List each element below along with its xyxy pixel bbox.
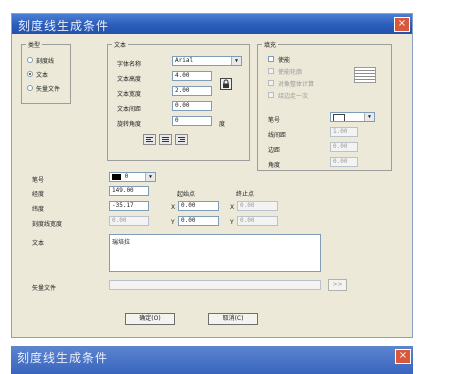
radio-text-label: 文本 (36, 72, 49, 79)
text-spacing-label: 文本间距 (117, 106, 142, 113)
text-height-input[interactable]: 4.00 (172, 71, 212, 81)
dialog-window: 刻度线生成条件 × 类型 刻度线 文本 矢量文件 文本 字体名称 Arial ▼… (11, 13, 413, 338)
pen-value: 0 (124, 173, 129, 180)
tick-width-input[interactable]: 0.00 (109, 216, 149, 226)
second-title-bar: 刻度线生成条件 × (11, 346, 413, 374)
chevron-down-icon: ▼ (364, 113, 374, 121)
chevron-down-icon: ▼ (145, 173, 155, 181)
text-spacing-input[interactable]: 0.00 (172, 101, 212, 111)
second-window-title: 刻度线生成条件 (17, 351, 109, 365)
start-point-label: 起始点 (177, 191, 196, 198)
fill-pattern-preview (354, 67, 376, 83)
radio-vector-file-label: 矢量文件 (36, 86, 61, 93)
whole-object-checkbox[interactable] (268, 80, 274, 86)
edge-once-checkbox[interactable] (268, 92, 274, 98)
edge-once-label: 绕边走一次 (278, 93, 309, 100)
line-spacing-input[interactable]: 1.00 (330, 127, 358, 137)
window-title: 刻度线生成条件 (18, 19, 110, 33)
cancel-button[interactable]: 取消(C) (208, 313, 258, 325)
pen-select[interactable]: 0 ▼ (109, 172, 156, 182)
angle-input[interactable]: 0.00 (330, 157, 358, 167)
lock-button[interactable] (220, 78, 232, 90)
title-bar: 刻度线生成条件 × (12, 14, 412, 34)
outline-checkbox[interactable] (268, 68, 274, 74)
font-name-value: Arial (175, 57, 194, 64)
tick-width-label: 刻度线宽度 (32, 221, 63, 228)
fill-group-label: 填充 (262, 40, 279, 49)
start-y-label: Y (171, 219, 175, 226)
chevron-down-icon: ▼ (231, 57, 241, 65)
rotation-input[interactable]: 0 (172, 116, 212, 126)
longitude-label: 经度 (32, 191, 45, 198)
text-height-label: 文本高度 (117, 76, 142, 83)
align-right-button[interactable] (175, 134, 188, 145)
start-x-label: X (171, 204, 176, 211)
text-group-label: 文本 (112, 40, 129, 49)
radio-vector-file[interactable] (27, 85, 33, 91)
type-group-label: 类型 (26, 40, 43, 49)
text-content-label: 文本 (32, 240, 45, 247)
fill-pen-select[interactable]: ▼ (330, 112, 375, 122)
lock-icon (223, 79, 229, 88)
end-y-input[interactable]: 0.00 (237, 216, 278, 226)
text-width-input[interactable]: 2.00 (172, 86, 212, 96)
radio-text[interactable] (27, 71, 33, 77)
second-dialog-window: 刻度线生成条件 × (11, 346, 413, 374)
fill-pen-label: 笔号 (268, 117, 281, 124)
vector-file-input[interactable] (109, 280, 321, 290)
end-point-label: 终止点 (236, 191, 255, 198)
margin-input[interactable]: 0.00 (330, 142, 358, 152)
outline-label: 使能轮廓 (278, 69, 303, 76)
text-content-input[interactable]: 瑞培拉 (109, 234, 321, 272)
fill-enable-checkbox[interactable] (268, 56, 274, 62)
end-x-label: X (230, 204, 235, 211)
vector-file-label: 矢量文件 (32, 285, 57, 292)
rotation-label: 旋转角度 (117, 121, 142, 128)
close-button[interactable]: × (394, 17, 410, 32)
line-spacing-label: 线间距 (268, 132, 287, 139)
pen-label: 笔号 (32, 177, 45, 184)
latitude-label: 纬度 (32, 206, 45, 213)
end-y-label: Y (230, 219, 234, 226)
latitude-input[interactable]: -35.17 (109, 201, 149, 211)
start-x-input[interactable]: 0.00 (178, 201, 219, 211)
margin-label: 边距 (268, 147, 281, 154)
pen-color-swatch (112, 174, 121, 180)
font-name-select[interactable]: Arial ▼ (172, 56, 242, 66)
radio-tick-line-label: 刻度线 (36, 58, 55, 65)
radio-tick-line[interactable] (27, 57, 33, 63)
align-left-button[interactable] (143, 134, 156, 145)
pen-color-swatch (333, 114, 345, 121)
ok-button[interactable]: 确定(O) (125, 313, 175, 325)
angle-label: 角度 (268, 162, 281, 169)
browse-button[interactable]: >> (328, 279, 347, 291)
second-close-button[interactable]: × (395, 349, 411, 364)
font-name-label: 字体名称 (117, 61, 142, 68)
fill-enable-label: 使能 (278, 57, 291, 64)
start-y-input[interactable]: 0.00 (178, 216, 219, 226)
rotation-unit: 度 (219, 121, 226, 128)
align-center-button[interactable] (159, 134, 172, 145)
whole-object-label: 对象整体计算 (278, 81, 315, 88)
longitude-input[interactable]: 149.00 (109, 186, 149, 196)
text-width-label: 文本宽度 (117, 91, 142, 98)
end-x-input[interactable]: 0.00 (237, 201, 278, 211)
